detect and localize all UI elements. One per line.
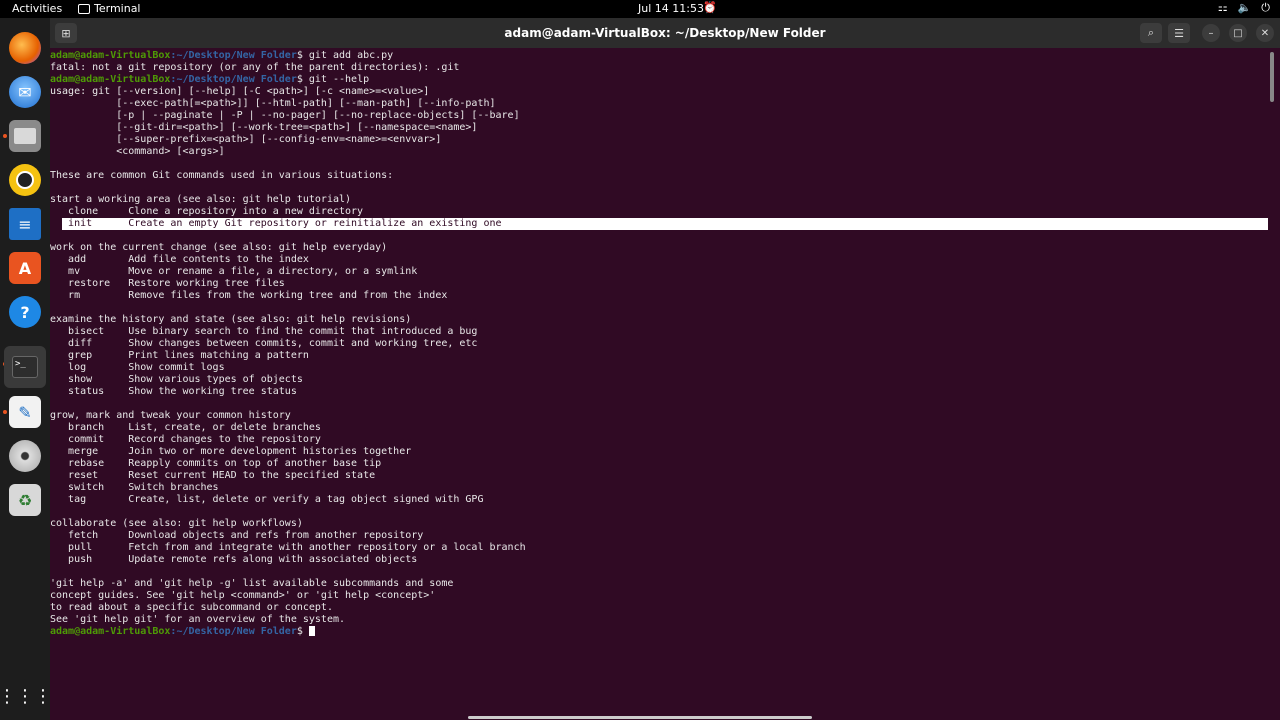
- maximize-icon: □: [1233, 27, 1243, 39]
- prompt-line: adam@adam-VirtualBox:~/Desktop/New Folde…: [50, 74, 369, 86]
- output-line: [--git-dir=<path>] [--work-tree=<path>] …: [50, 122, 478, 133]
- disc-icon[interactable]: [9, 440, 41, 472]
- output-line: push Update remote refs along with assoc…: [50, 554, 418, 565]
- output-line: See 'git help git' for an overview of th…: [50, 614, 346, 625]
- power-icon: ⏻: [1261, 1, 1270, 14]
- output-line: [--exec-path[=<path>]] [--html-path] [--…: [50, 98, 496, 109]
- rhythmbox-icon[interactable]: [9, 164, 41, 196]
- output-line: collaborate (see also: git help workflow…: [50, 518, 303, 529]
- output-line: restore Restore working tree files: [50, 278, 285, 289]
- output-line: log Show commit logs: [50, 362, 225, 373]
- thunderbird-icon[interactable]: ✉: [9, 76, 41, 108]
- output-line: commit Record changes to the repository: [50, 434, 321, 445]
- close-button[interactable]: ✕: [1256, 24, 1274, 42]
- dock: ✉ ≡ A ? >_ ✎ ♻ ⋮⋮⋮: [0, 18, 52, 720]
- window-title: adam@adam-VirtualBox: ~/Desktop/New Fold…: [504, 26, 826, 40]
- output-line: [--super-prefix=<path>] [--config-env=<n…: [50, 134, 442, 145]
- search-icon: ⌕: [1147, 26, 1155, 39]
- prompt-user: adam@adam-VirtualBox: [50, 626, 171, 637]
- hamburger-icon: ☰: [1174, 26, 1184, 40]
- output-line: grep Print lines matching a pattern: [50, 350, 309, 361]
- output-line: fatal: not a git repository (or any of t…: [50, 62, 460, 73]
- output-line: concept guides. See 'git help <command>'…: [50, 590, 436, 601]
- prompt-user: adam@adam-VirtualBox: [50, 74, 171, 85]
- prompt-user: adam@adam-VirtualBox: [50, 50, 171, 61]
- close-icon: ✕: [1260, 27, 1270, 39]
- command-text: git --help: [308, 74, 370, 85]
- system-tray[interactable]: ⚏ 🔈 ⏻: [1218, 1, 1270, 15]
- output-line: switch Switch branches: [50, 482, 219, 493]
- output-line: show Show various types of objects: [50, 374, 303, 385]
- output-line: rebase Reapply commits on top of another…: [50, 458, 382, 469]
- output-line: diff Show changes between commits, commi…: [50, 338, 478, 349]
- output-line-selected: init Create an empty Git repository or r…: [50, 218, 502, 229]
- output-line: tag Create, list, delete or verify a tag…: [50, 494, 484, 505]
- output-line: status Show the working tree status: [50, 386, 297, 397]
- output-line: reset Reset current HEAD to the specifie…: [50, 470, 376, 481]
- writer-icon[interactable]: ≡: [9, 208, 41, 240]
- network-icon: ⚏: [1217, 1, 1228, 14]
- output-line: 'git help -a' and 'git help -g' list ava…: [50, 578, 454, 589]
- output-line: pull Fetch from and integrate with anoth…: [50, 542, 526, 553]
- output-line: grow, mark and tweak your common history: [50, 410, 291, 421]
- output-line: fetch Download objects and refs from ano…: [50, 530, 424, 541]
- vertical-scrollbar[interactable]: [1270, 52, 1274, 102]
- clock[interactable]: Jul 14 11:53: [638, 2, 704, 15]
- output-line: usage: git [--version] [--help] [-C <pat…: [50, 86, 430, 97]
- text-editor-icon[interactable]: ✎: [9, 396, 41, 428]
- prompt-path: :~/Desktop/New Folder: [170, 50, 297, 61]
- activities-button[interactable]: Activities: [12, 2, 62, 15]
- help-icon[interactable]: ?: [9, 296, 41, 328]
- command-text: git add abc.py: [308, 50, 394, 61]
- terminal-output[interactable]: adam@adam-VirtualBox:~/Desktop/New Folde…: [50, 49, 1280, 720]
- prompt-symbol: $: [296, 50, 309, 61]
- prompt-line[interactable]: adam@adam-VirtualBox:~/Desktop/New Folde…: [50, 626, 315, 638]
- output-line: These are common Git commands used in va…: [50, 170, 394, 181]
- trash-icon[interactable]: ♻: [9, 484, 41, 516]
- output-line: add Add file contents to the index: [50, 254, 309, 265]
- output-line: [-p | --paginate | -P | --no-pager] [--n…: [50, 110, 520, 121]
- software-icon[interactable]: A: [9, 252, 41, 284]
- output-line: rm Remove files from the working tree an…: [50, 290, 448, 301]
- title-bar[interactable]: ⊞ adam@adam-VirtualBox: ~/Desktop/New Fo…: [50, 18, 1280, 48]
- output-line: mv Move or rename a file, a directory, o…: [50, 266, 418, 277]
- terminal-icon[interactable]: >_: [4, 346, 46, 388]
- menu-button[interactable]: ☰: [1168, 23, 1190, 43]
- terminal-window: ⊞ adam@adam-VirtualBox: ~/Desktop/New Fo…: [50, 18, 1280, 720]
- top-bar: Activities Terminal Jul 14 11:53 ⏰ ⚏ 🔈 ⏻: [0, 0, 1280, 18]
- output-line: <command> [<args>]: [50, 146, 225, 157]
- prompt-symbol: $: [296, 626, 309, 637]
- prompt-path: :~/Desktop/New Folder: [170, 74, 297, 85]
- firefox-icon[interactable]: [9, 32, 41, 64]
- output-line: examine the history and state (see also:…: [50, 314, 412, 325]
- prompt-path: :~/Desktop/New Folder: [170, 626, 297, 637]
- output-line: start a working area (see also: git help…: [50, 194, 352, 205]
- maximize-button[interactable]: □: [1229, 24, 1247, 42]
- terminal-app-icon: [78, 3, 90, 14]
- output-line: work on the current change (see also: gi…: [50, 242, 388, 253]
- prompt-symbol: $: [296, 74, 309, 85]
- minimize-icon: –: [1208, 27, 1214, 39]
- show-apps-icon[interactable]: ⋮⋮⋮: [0, 680, 52, 712]
- files-icon[interactable]: [9, 120, 41, 152]
- output-line: to read about a specific subcommand or c…: [50, 602, 333, 613]
- output-line: bisect Use binary search to find the com…: [50, 326, 478, 337]
- output-line: branch List, create, or delete branches: [50, 422, 321, 433]
- minimize-button[interactable]: –: [1202, 24, 1220, 42]
- prompt-line: adam@adam-VirtualBox:~/Desktop/New Folde…: [50, 50, 393, 62]
- app-menu[interactable]: Terminal: [78, 2, 141, 15]
- text-cursor: [308, 626, 315, 636]
- volume-icon: 🔈: [1237, 1, 1252, 14]
- output-line: clone Clone a repository into a new dire…: [50, 206, 364, 217]
- app-menu-label: Terminal: [94, 2, 141, 15]
- alarm-icon: ⏰: [703, 1, 717, 14]
- horizontal-indicator: [468, 716, 812, 719]
- search-button[interactable]: ⌕: [1140, 23, 1162, 43]
- output-line: merge Join two or more development histo…: [50, 446, 412, 457]
